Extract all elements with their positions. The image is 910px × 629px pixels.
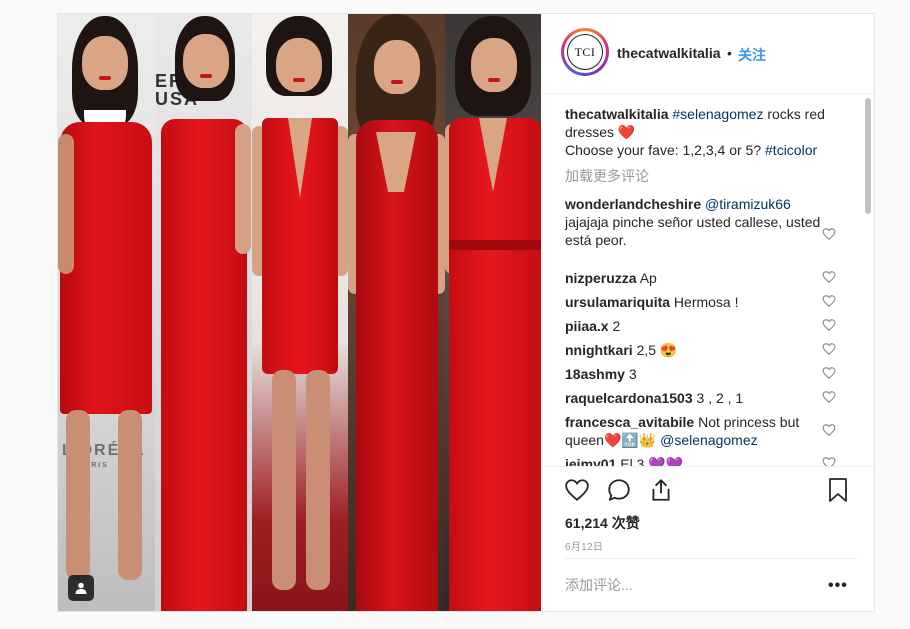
header-separator: • <box>727 45 732 61</box>
comment-item: ursulamariquita Hermosa ! <box>565 293 825 311</box>
load-more-comments[interactable]: 加载更多评论 <box>565 167 825 185</box>
likes-number: 61,214 <box>565 515 608 531</box>
comment-username[interactable]: jeimy01 <box>565 456 616 466</box>
comment-text: Hermosa ! <box>673 294 739 310</box>
comment-like-heart-icon[interactable] <box>822 318 836 332</box>
comment-text: 2,5 <box>636 342 657 358</box>
comment-text: jajajaja pinche señor usted callese, ust… <box>565 214 821 248</box>
comment-username[interactable]: nizperuzza <box>565 270 637 286</box>
collage-panel-2: ERIC USA <box>155 14 252 611</box>
comment-username[interactable]: ursulamariquita <box>565 294 670 310</box>
collage-panel-4 <box>348 14 445 611</box>
comment-mention[interactable]: @selenagomez <box>660 432 758 448</box>
comment-username[interactable]: nnightkari <box>565 342 633 358</box>
comment-mention[interactable]: @tiramizuk66 <box>705 196 791 212</box>
comments-scrollbar[interactable] <box>865 98 871 214</box>
bookmark-icon[interactable] <box>824 476 852 504</box>
post-date[interactable]: 6月12日 <box>565 538 603 553</box>
add-comment-input[interactable] <box>565 573 815 597</box>
post-header: TCI thecatwalkitalia • 关注 <box>541 14 874 94</box>
comment-emoji: 😍 <box>659 342 678 358</box>
comment-item: nizperuzza Ap <box>565 269 825 287</box>
avatar-logo-text: TCI <box>567 34 603 70</box>
comment-text: 2 <box>612 318 621 334</box>
comment-username[interactable]: raquelcardona1503 <box>565 390 693 406</box>
comment-item: wonderlandcheshire @tiramizuk66 jajajaja… <box>565 195 825 249</box>
comment-item: nnightkari 2,5 😍 <box>565 341 825 359</box>
comment-username[interactable]: 18ashmy <box>565 366 625 382</box>
post-sidebar: TCI thecatwalkitalia • 关注 thecatwalkital… <box>541 14 874 611</box>
comment-username[interactable]: francesca_avitabile <box>565 414 694 430</box>
comment-item: raquelcardona1503 3 , 2 , 1 <box>565 389 825 407</box>
comment-username[interactable]: wonderlandcheshire <box>565 196 701 212</box>
caption-hashtag-tcicolor[interactable]: #tcicolor <box>765 142 817 158</box>
comment-emoji: 💜💜 <box>648 456 684 466</box>
collage-panel-5 <box>445 14 541 611</box>
post-image-collage[interactable]: L'ORÉAL PARIS ERIC USA <box>58 14 541 611</box>
comment-item: piiaa.x 2 <box>565 317 825 335</box>
post-card: L'ORÉAL PARIS ERIC USA <box>57 13 875 612</box>
comment-item: francesca_avitabile Not princess but que… <box>565 413 825 449</box>
follow-button[interactable]: 关注 <box>738 45 766 65</box>
comment-like-heart-icon[interactable] <box>822 342 836 356</box>
comment-emoji: ❤️🔝👑 <box>603 432 657 448</box>
comment-like-heart-icon[interactable] <box>822 390 836 404</box>
comment-text: El 3 <box>620 456 645 466</box>
divider <box>565 558 858 559</box>
collage-panel-3 <box>252 14 348 611</box>
comment-item: 18ashmy 3 <box>565 365 825 383</box>
comment-text: Ap <box>639 270 657 286</box>
comment-like-heart-icon[interactable] <box>822 294 836 308</box>
comment-like-heart-icon[interactable] <box>822 270 836 284</box>
likes-count[interactable]: 61,214 次赞 <box>565 513 640 533</box>
heart-icon[interactable] <box>563 476 591 504</box>
user-tag-icon[interactable] <box>68 575 94 601</box>
comment-like-heart-icon[interactable] <box>822 456 836 466</box>
more-options-icon[interactable]: ••• <box>828 577 848 595</box>
comment-like-heart-icon[interactable] <box>822 366 836 380</box>
caption-emoji: ❤️ <box>617 124 636 140</box>
comment-like-heart-icon[interactable] <box>822 227 836 241</box>
comments-list[interactable]: thecatwalkitalia #selenagomez rocks red … <box>541 94 874 466</box>
avatar[interactable]: TCI <box>561 28 609 76</box>
likes-suffix: 次赞 <box>607 515 640 531</box>
action-bar <box>541 466 874 516</box>
share-icon[interactable] <box>647 476 675 504</box>
caption-username[interactable]: thecatwalkitalia <box>565 106 669 122</box>
caption-hashtag-selenagomez[interactable]: #selenagomez <box>672 106 763 122</box>
comment-text: 3 , 2 , 1 <box>696 390 744 406</box>
comment-like-heart-icon[interactable] <box>822 423 836 437</box>
header-username[interactable]: thecatwalkitalia <box>617 45 721 61</box>
comment-item: jeimy01 El 3 💜💜 <box>565 455 825 466</box>
caption-line2: Choose your fave: 1,2,3,4 or 5? <box>565 142 766 158</box>
comment-text: 3 <box>628 366 637 382</box>
caption: thecatwalkitalia #selenagomez rocks red … <box>565 105 825 159</box>
collage-panel-1: L'ORÉAL PARIS <box>58 14 155 611</box>
comment-icon[interactable] <box>605 476 633 504</box>
comment-username[interactable]: piiaa.x <box>565 318 609 334</box>
